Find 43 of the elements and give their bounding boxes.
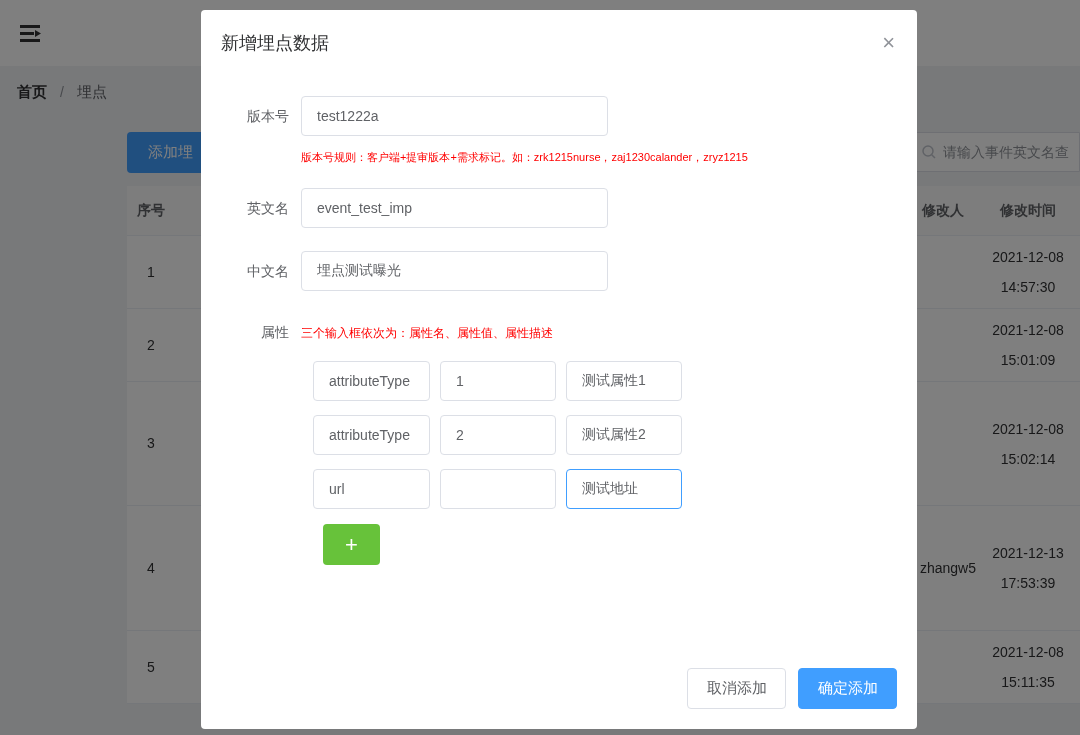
input-field[interactable]: 测试地址 (566, 469, 682, 509)
input-field[interactable]: 埋点测试曝光 (301, 251, 608, 291)
dialog-title: 新增埋点数据 (221, 31, 329, 55)
input-field[interactable]: 测试属性2 (566, 415, 682, 455)
field-label: 中文名 (246, 262, 290, 281)
table-cell-text: 14:57:30 (1000, 278, 1056, 297)
menu-icon[interactable] (20, 24, 41, 42)
table-cell-text: 2021-12-08 (992, 321, 1064, 340)
table-cell-text: 2021-12-13 (992, 544, 1064, 563)
column-header: 修改人 (921, 201, 965, 220)
field-label: 英文名 (246, 199, 290, 218)
breadcrumb-separator: / (60, 82, 64, 102)
input-field[interactable]: event_test_imp (301, 188, 608, 228)
table-cell-text: 4 (146, 558, 156, 578)
table-cell-text: 5 (146, 657, 156, 677)
table-cell-text: 2021-12-08 (992, 419, 1064, 439)
hint-text: 版本号规则：客户端+提审版本+需求标记。如：zrk1215nurse，zaj1230calander，zryz1215 (301, 150, 748, 164)
input-field[interactable]: attributeType (313, 361, 430, 401)
table-cell-text: 1 (146, 262, 156, 282)
input-field[interactable]: 1 (440, 361, 556, 401)
field-label: 版本号 (246, 107, 290, 126)
input-field[interactable]: test1222a (301, 96, 608, 136)
column-header: 序号 (136, 201, 166, 220)
table-cell-text: 3 (146, 434, 156, 453)
breadcrumb-link[interactable]: 首页 (17, 80, 47, 104)
input-field[interactable]: attributeType (313, 415, 430, 455)
table-cell-text: 2021-12-08 (992, 248, 1064, 267)
cancel-button[interactable]: 取消添加 (687, 668, 786, 709)
table-cell-text: 15:11:35 (1001, 673, 1055, 692)
table-cell-text: zhangw5 (918, 558, 976, 578)
search-icon (922, 145, 936, 159)
table-cell-text: 15:01:09 (1000, 351, 1056, 370)
hint-text: 三个输入框依次为：属性名、属性值、属性描述 (301, 324, 553, 342)
table-cell-text: 17:53:39 (1000, 574, 1056, 593)
field-label: 属性 (260, 323, 290, 342)
input-field[interactable] (440, 469, 556, 509)
table-cell-text: 2021-12-08 (992, 643, 1064, 662)
input-field[interactable]: 2 (440, 415, 556, 455)
table-cell-text: 15:02:14 (1000, 449, 1056, 469)
table-cell-text: 2 (146, 335, 156, 355)
input-field[interactable]: 测试属性1 (566, 361, 682, 401)
column-header: 修改时间 (999, 201, 1057, 220)
input-field[interactable]: url (313, 469, 430, 509)
